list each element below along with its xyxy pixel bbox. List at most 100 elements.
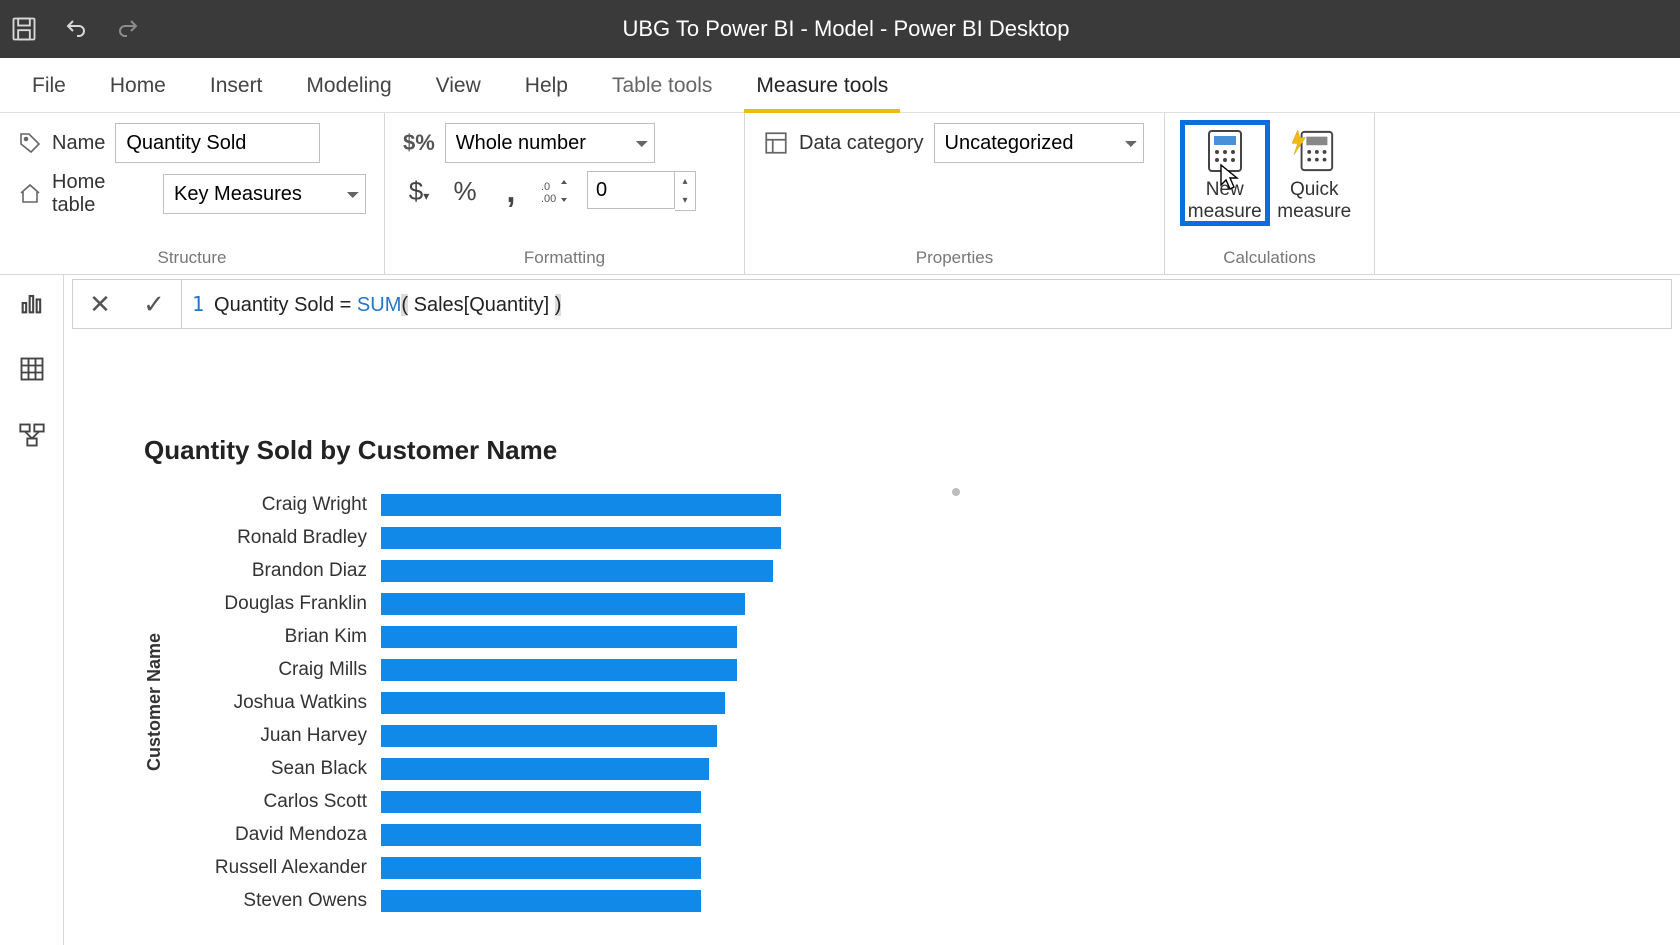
bar-category-label: Douglas Franklin bbox=[171, 593, 381, 615]
calculator-icon bbox=[1203, 129, 1247, 173]
quick-measure-label: Quick measure bbox=[1273, 179, 1357, 223]
save-icon[interactable] bbox=[10, 15, 38, 43]
thousands-separator-button[interactable]: , bbox=[495, 173, 527, 210]
commit-formula-button[interactable]: ✓ bbox=[127, 280, 181, 328]
bar-category-label: Sean Black bbox=[171, 758, 381, 780]
report-view-button[interactable] bbox=[14, 285, 50, 321]
bar-row: Brian Kim bbox=[171, 620, 914, 653]
tab-file[interactable]: File bbox=[10, 62, 88, 112]
bar-category-label: Brian Kim bbox=[171, 626, 381, 648]
bar-fill[interactable] bbox=[381, 659, 737, 681]
bar-fill[interactable] bbox=[381, 692, 725, 714]
data-category-label: Data category bbox=[799, 132, 924, 155]
bar-row: David Mendoza bbox=[171, 818, 914, 851]
percent-button[interactable]: % bbox=[449, 176, 481, 207]
model-view-button[interactable] bbox=[14, 417, 50, 453]
currency-button[interactable]: $▾ bbox=[403, 176, 435, 207]
bar-category-label: Juan Harvey bbox=[171, 725, 381, 747]
tab-home[interactable]: Home bbox=[88, 62, 188, 112]
bar-chart-visual[interactable]: Quantity Sold by Customer Name Customer … bbox=[144, 435, 914, 917]
chart-title: Quantity Sold by Customer Name bbox=[144, 435, 914, 466]
chart-scrollbar-thumb[interactable] bbox=[952, 488, 960, 496]
properties-group-label: Properties bbox=[763, 244, 1146, 274]
quick-calculator-icon bbox=[1292, 129, 1336, 173]
bar-category-label: Brandon Diaz bbox=[171, 560, 381, 582]
bar-fill[interactable] bbox=[381, 593, 745, 615]
quick-measure-button[interactable]: Quick measure bbox=[1273, 123, 1357, 223]
data-view-button[interactable] bbox=[14, 351, 50, 387]
tab-insert[interactable]: Insert bbox=[188, 62, 285, 112]
bar-category-label: Craig Wright bbox=[171, 494, 381, 516]
bar-category-label: Russell Alexander bbox=[171, 857, 381, 879]
svg-text:.00: .00 bbox=[541, 193, 556, 204]
bar-fill[interactable] bbox=[381, 560, 773, 582]
bar-row: Sean Black bbox=[171, 752, 914, 785]
report-canvas[interactable]: ✕ ✓ 1 Quantity Sold = SUM( Sales[Quantit… bbox=[64, 275, 1680, 945]
bar-row: Juan Harvey bbox=[171, 719, 914, 752]
bar-category-label: Joshua Watkins bbox=[171, 692, 381, 714]
ribbon: Name Home table Key Measures Structure $… bbox=[0, 113, 1680, 275]
window-title: UBG To Power BI - Model - Power BI Deskt… bbox=[142, 16, 1550, 42]
new-measure-label: New measure bbox=[1183, 179, 1267, 223]
structure-group-label: Structure bbox=[18, 244, 366, 274]
cancel-formula-button[interactable]: ✕ bbox=[73, 280, 127, 328]
bar-row: Craig Wright bbox=[171, 488, 914, 521]
spinner-up-icon[interactable]: ▴ bbox=[675, 172, 695, 191]
format-type-icon: $% bbox=[403, 130, 435, 156]
formatting-group-label: Formatting bbox=[403, 244, 726, 274]
bar-fill[interactable] bbox=[381, 791, 701, 813]
decimals-spinner[interactable]: ▴▾ bbox=[587, 171, 696, 211]
data-category-select[interactable]: Uncategorized bbox=[934, 123, 1144, 163]
bar-fill[interactable] bbox=[381, 626, 737, 648]
decimal-format-icon[interactable]: .0.00 bbox=[541, 178, 573, 204]
bar-row: Brandon Diaz bbox=[171, 554, 914, 587]
view-rail bbox=[0, 275, 64, 945]
bar-category-label: Craig Mills bbox=[171, 659, 381, 681]
bar-row: Ronald Bradley bbox=[171, 521, 914, 554]
bar-row: Steven Owens bbox=[171, 884, 914, 917]
measure-name-input[interactable] bbox=[115, 123, 320, 163]
bar-category-label: Ronald Bradley bbox=[171, 527, 381, 549]
ribbon-tabs: File Home Insert Modeling View Help Tabl… bbox=[0, 58, 1680, 113]
redo-icon[interactable] bbox=[114, 17, 142, 41]
bar-fill[interactable] bbox=[381, 890, 701, 912]
home-icon bbox=[18, 182, 42, 206]
home-table-select[interactable]: Key Measures bbox=[163, 174, 366, 214]
formula-bar: ✕ ✓ 1 Quantity Sold = SUM( Sales[Quantit… bbox=[72, 279, 1672, 329]
spinner-down-icon[interactable]: ▾ bbox=[675, 191, 695, 210]
bar-fill[interactable] bbox=[381, 857, 701, 879]
undo-icon[interactable] bbox=[62, 17, 90, 41]
bar-fill[interactable] bbox=[381, 824, 701, 846]
calculations-group-label: Calculations bbox=[1183, 244, 1356, 274]
new-measure-button[interactable]: New measure bbox=[1183, 123, 1267, 223]
bar-fill[interactable] bbox=[381, 494, 781, 516]
title-bar: UBG To Power BI - Model - Power BI Deskt… bbox=[0, 0, 1680, 58]
bar-row: Douglas Franklin bbox=[171, 587, 914, 620]
bar-row: Carlos Scott bbox=[171, 785, 914, 818]
format-type-select[interactable]: Whole number bbox=[445, 123, 655, 163]
home-table-label: Home table bbox=[52, 171, 153, 217]
tab-modeling[interactable]: Modeling bbox=[284, 62, 413, 112]
tab-help[interactable]: Help bbox=[503, 62, 590, 112]
tab-view[interactable]: View bbox=[414, 62, 503, 112]
bar-fill[interactable] bbox=[381, 725, 717, 747]
formula-text[interactable]: Quantity Sold = SUM( Sales[Quantity] ) bbox=[214, 292, 561, 317]
bar-category-label: David Mendoza bbox=[171, 824, 381, 846]
bar-row: Craig Mills bbox=[171, 653, 914, 686]
y-axis-title: Customer Name bbox=[144, 633, 165, 771]
tab-table-tools[interactable]: Table tools bbox=[590, 62, 734, 112]
bar-row: Joshua Watkins bbox=[171, 686, 914, 719]
decimals-input[interactable] bbox=[587, 171, 675, 209]
tag-icon bbox=[18, 131, 42, 155]
formula-line-number: 1 bbox=[182, 292, 214, 316]
bar-category-label: Carlos Scott bbox=[171, 791, 381, 813]
svg-text:.0: .0 bbox=[541, 181, 550, 193]
name-label: Name bbox=[52, 132, 105, 155]
bar-category-label: Steven Owens bbox=[171, 890, 381, 912]
tab-measure-tools[interactable]: Measure tools bbox=[734, 62, 910, 112]
bar-fill[interactable] bbox=[381, 758, 709, 780]
bar-row: Russell Alexander bbox=[171, 851, 914, 884]
bar-fill[interactable] bbox=[381, 527, 781, 549]
chart-plot-area: Craig Wright Ronald Bradley Brandon Diaz Do… bbox=[171, 488, 914, 917]
data-category-icon bbox=[763, 130, 789, 156]
